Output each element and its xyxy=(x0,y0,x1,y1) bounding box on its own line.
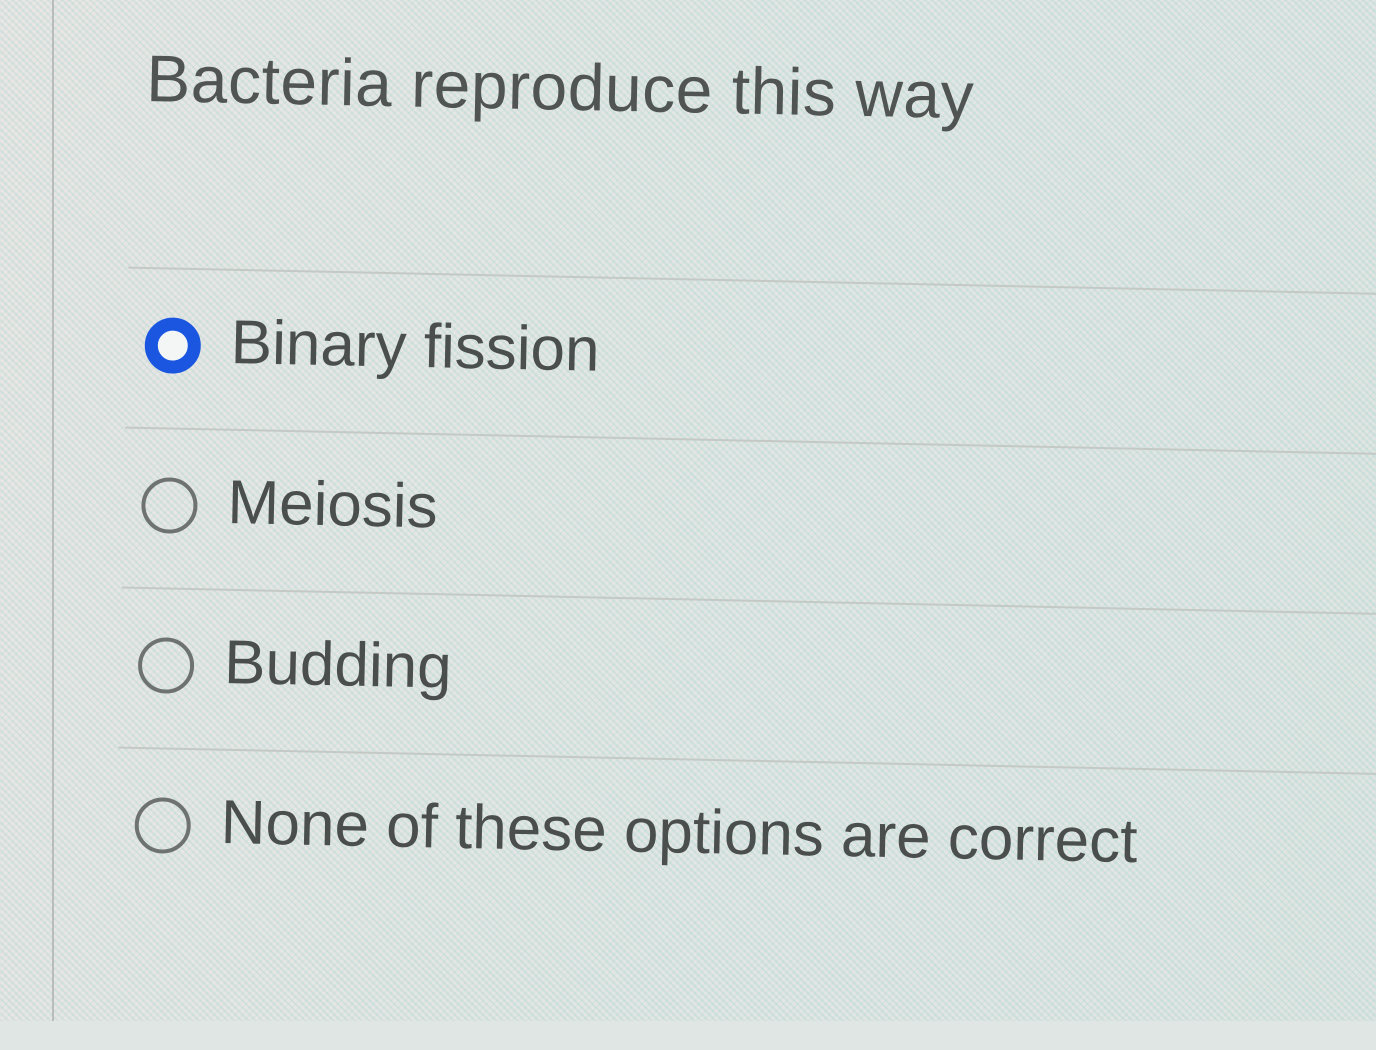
question-text: Bacteria reproduce this way xyxy=(145,40,975,133)
answer-option-budding[interactable]: Budding xyxy=(119,590,1372,766)
radio-unselected-icon[interactable] xyxy=(134,796,192,855)
screen-background: Bacteria reproduce this way Binary fissi… xyxy=(0,0,1376,1021)
option-label: Binary fission xyxy=(230,308,601,385)
answer-option-meiosis[interactable]: Meiosis xyxy=(122,430,1375,606)
option-label: Budding xyxy=(223,627,453,702)
radio-unselected-icon[interactable] xyxy=(137,636,195,695)
answer-option-binary-fission[interactable]: Binary fission xyxy=(125,270,1376,446)
question-panel: Bacteria reproduce this way Binary fissi… xyxy=(33,0,1376,1048)
radio-selected-icon[interactable] xyxy=(144,316,202,375)
answer-option-none-correct[interactable]: None of these options are correct xyxy=(115,750,1368,926)
option-label: Meiosis xyxy=(226,467,439,542)
radio-unselected-icon[interactable] xyxy=(140,476,199,535)
option-label: None of these options are correct xyxy=(220,787,1139,877)
